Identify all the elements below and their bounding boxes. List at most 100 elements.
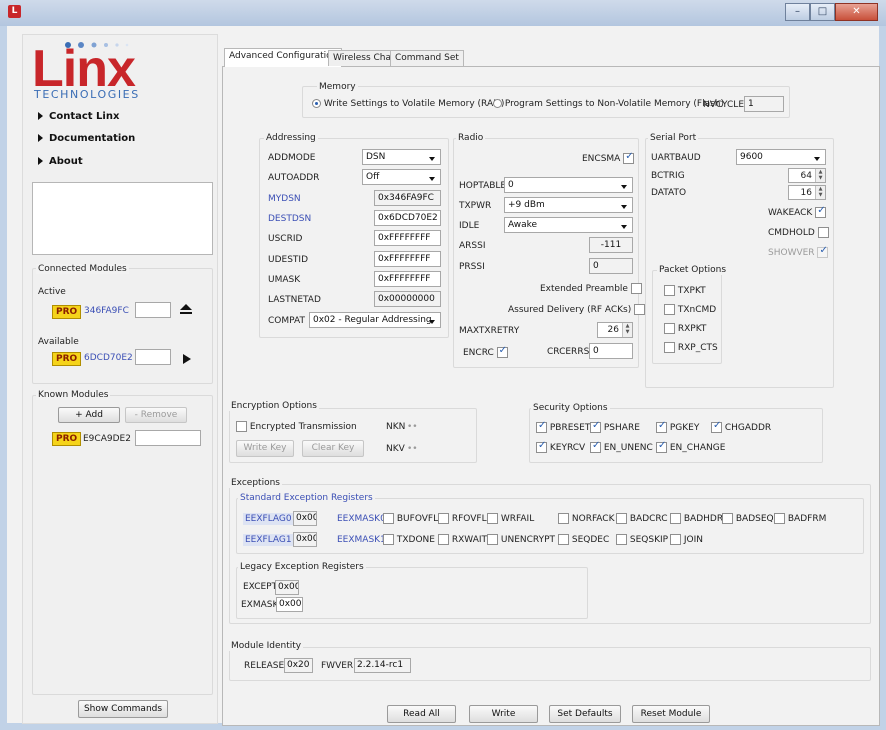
available-module-id[interactable]: 6DCD70E2: [84, 353, 133, 363]
add-module-button[interactable]: + Add: [58, 407, 120, 423]
encsma-checkbox[interactable]: [623, 151, 635, 164]
keyrcv-option[interactable]: KEYRCV: [536, 440, 585, 453]
memory-ram-option[interactable]: Write Settings to Volatile Memory (RAM): [312, 99, 504, 109]
rxpkt-option[interactable]: RXPKT: [664, 323, 706, 334]
badcrc-checkbox[interactable]: [616, 513, 627, 524]
umask-field[interactable]: 0xFFFFFFFF: [374, 271, 441, 287]
uscrid-field[interactable]: 0xFFFFFFFF: [374, 230, 441, 246]
clear-key-button[interactable]: Clear Key: [302, 440, 364, 457]
assured-delivery-checkbox[interactable]: [634, 304, 646, 315]
mask-seqdec[interactable]: SEQDEC: [558, 534, 609, 545]
txpwr-select[interactable]: +9 dBm: [504, 197, 633, 213]
known-module-id[interactable]: E9CA9DE2: [83, 434, 131, 444]
badhdr-checkbox[interactable]: [670, 513, 681, 524]
pbreset-option[interactable]: PBRESET: [536, 420, 590, 433]
rxp-cts-option[interactable]: RXP_CTS: [664, 342, 718, 353]
bufovfl-checkbox[interactable]: [383, 513, 394, 524]
show-commands-button[interactable]: Show Commands: [78, 700, 168, 718]
tab-command-set[interactable]: Command Set: [390, 50, 464, 66]
close-button[interactable]: ✕: [835, 3, 878, 21]
reset-module-button[interactable]: Reset Module: [632, 705, 710, 723]
mask-txdone[interactable]: TXDONE: [383, 534, 435, 545]
active-module-id[interactable]: 346FA9FC: [84, 306, 129, 316]
rxp-cts-checkbox[interactable]: [664, 342, 675, 353]
cmdhold-option[interactable]: CMDHOLD: [768, 227, 829, 238]
extended-preamble-option[interactable]: Extended Preamble: [540, 283, 642, 294]
spinner-arrows-icon[interactable]: ▲ ▼: [815, 186, 825, 199]
spinner-arrows-icon[interactable]: ▲ ▼: [815, 169, 825, 182]
mask-rfovfl[interactable]: RFOVFL: [438, 513, 487, 524]
wrfail-checkbox[interactable]: [487, 513, 498, 524]
seqskip-checkbox[interactable]: [616, 534, 627, 545]
datato-spinner[interactable]: 16 ▲ ▼: [788, 185, 826, 200]
mask-badfrm[interactable]: BADFRM: [774, 513, 826, 524]
remove-module-button[interactable]: - Remove: [125, 407, 187, 423]
exmask-field[interactable]: 0x00: [276, 597, 303, 612]
encrypted-transmission-option[interactable]: Encrypted Transmission: [236, 421, 357, 432]
mask-badseq[interactable]: BADSEQ: [722, 513, 774, 524]
bctrig-spinner[interactable]: 64 ▲ ▼: [788, 168, 826, 183]
nav-contact-linx[interactable]: Contact Linx: [38, 111, 119, 122]
destdsn-label[interactable]: DESTDSN: [268, 214, 311, 224]
join-checkbox[interactable]: [670, 534, 681, 545]
active-module-input[interactable]: [135, 302, 171, 318]
norfack-checkbox[interactable]: [558, 513, 569, 524]
mask-unencrypt[interactable]: UNENCRYPT: [487, 534, 555, 545]
mask-badcrc[interactable]: BADCRC: [616, 513, 668, 524]
encrc-checkbox[interactable]: [496, 345, 508, 358]
memory-flash-option[interactable]: Program Settings to Non-Volatile Memory …: [493, 99, 724, 109]
mask-seqskip[interactable]: SEQSKIP: [616, 534, 668, 545]
spinner-arrows-icon[interactable]: ▲ ▼: [622, 323, 632, 337]
eexmask0-label[interactable]: EEXMASK0: [337, 514, 386, 524]
mask-badhdr[interactable]: BADHDR: [670, 513, 723, 524]
mask-bufovfl[interactable]: BUFOVFL: [383, 513, 438, 524]
encrypted-transmission-checkbox[interactable]: [236, 421, 247, 432]
available-module-input[interactable]: [135, 349, 171, 365]
write-button[interactable]: Write: [469, 705, 538, 723]
pbreset-checkbox[interactable]: [536, 420, 547, 433]
en-change-checkbox[interactable]: [656, 440, 667, 453]
seqdec-checkbox[interactable]: [558, 534, 569, 545]
hoptable-select[interactable]: 0: [504, 177, 633, 193]
cmdhold-checkbox[interactable]: [817, 227, 829, 238]
read-all-button[interactable]: Read All: [387, 705, 456, 723]
tab-wireless-chat[interactable]: Wireless Chat: [328, 50, 400, 66]
nav-documentation[interactable]: Documentation: [38, 133, 135, 144]
eexflag1-label[interactable]: EEXFLAG1: [243, 534, 294, 546]
mask-rxwait[interactable]: RXWAIT: [438, 534, 487, 545]
flash-radio[interactable]: [493, 99, 502, 108]
encsma-option[interactable]: ENCSMA: [582, 151, 635, 164]
eexflag0-label[interactable]: EEXFLAG0: [243, 513, 294, 525]
autoaddr-select[interactable]: Off: [362, 169, 441, 185]
wakeack-option[interactable]: WAKEACK: [768, 205, 827, 218]
chgaddr-checkbox[interactable]: [711, 420, 722, 433]
known-module-input[interactable]: [135, 430, 201, 446]
maxtxretry-spinner[interactable]: 26 ▲ ▼: [597, 322, 633, 338]
eexmask1-label[interactable]: EEXMASK1: [337, 535, 386, 545]
badseq-checkbox[interactable]: [722, 513, 733, 524]
maximize-button[interactable]: □: [810, 3, 835, 21]
pgkey-checkbox[interactable]: [656, 420, 667, 433]
idle-select[interactable]: Awake: [504, 217, 633, 233]
rxpkt-checkbox[interactable]: [664, 323, 675, 334]
nav-about[interactable]: About: [38, 156, 83, 167]
en-unenc-option[interactable]: EN_UNENC: [590, 440, 653, 453]
pshare-checkbox[interactable]: [590, 420, 601, 433]
en-change-option[interactable]: EN_CHANGE: [656, 440, 725, 453]
write-key-button[interactable]: Write Key: [236, 440, 294, 457]
addmode-select[interactable]: DSN: [362, 149, 441, 165]
crcerrs-field[interactable]: 0: [589, 343, 633, 359]
minimize-button[interactable]: –: [785, 3, 810, 21]
destdsn-field[interactable]: 0x6DCD70E2: [374, 210, 441, 226]
assured-delivery-option[interactable]: Assured Delivery (RF ACKs): [508, 304, 646, 315]
en-unenc-checkbox[interactable]: [590, 440, 601, 453]
unencrypt-checkbox[interactable]: [487, 534, 498, 545]
txdone-checkbox[interactable]: [383, 534, 394, 545]
connect-play-icon[interactable]: [183, 354, 191, 364]
rfovfl-checkbox[interactable]: [438, 513, 449, 524]
txpkt-checkbox[interactable]: [664, 285, 675, 296]
mydsn-field[interactable]: 0x346FA9FC: [374, 190, 441, 206]
mask-join[interactable]: JOIN: [670, 534, 703, 545]
compat-select[interactable]: 0x02 - Regular Addressing: [309, 312, 441, 328]
set-defaults-button[interactable]: Set Defaults: [549, 705, 621, 723]
